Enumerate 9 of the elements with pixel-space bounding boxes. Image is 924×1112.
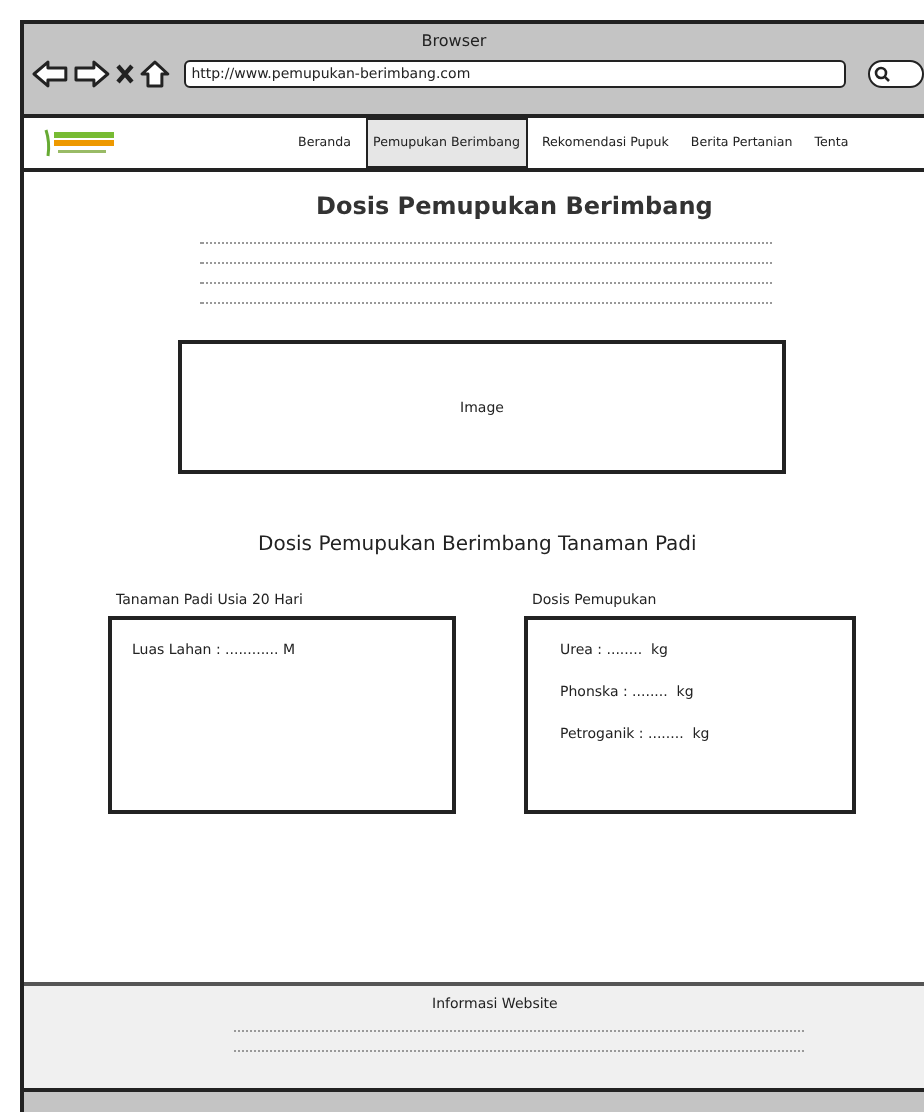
home-icon[interactable] [139, 60, 170, 88]
close-icon[interactable] [115, 64, 134, 84]
section-title: Dosis Pemupukan Berimbang Tanaman Padi [258, 534, 697, 556]
back-icon[interactable] [32, 60, 68, 88]
search-field[interactable] [868, 60, 924, 88]
window-title: Browser [419, 30, 489, 50]
page-title: Dosis Pemupukan Berimbang [316, 192, 713, 220]
search-icon [874, 66, 891, 82]
forward-icon[interactable] [73, 60, 110, 88]
